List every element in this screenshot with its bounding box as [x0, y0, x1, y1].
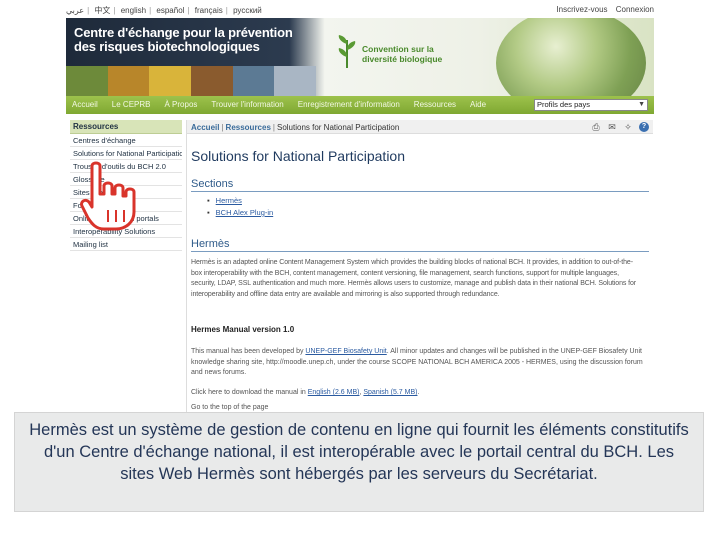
- cbd-logo-text[interactable]: Convention sur la diversité biologique: [362, 44, 442, 64]
- login-link[interactable]: Connexion: [616, 5, 654, 14]
- help-icon[interactable]: ?: [639, 122, 649, 132]
- main-content: Accueil | Ressources | Solutions for Nationa…: [186, 120, 653, 420]
- cbd-line-2: diversité biologique: [362, 54, 443, 64]
- auth-links: Inscrivez-vous Connexion: [550, 5, 654, 14]
- download-english-link[interactable]: English (2.6 MB): [308, 389, 360, 396]
- download-text-pre: Click here to download the manual in: [191, 389, 308, 396]
- hermes-description: Hermès is an adapted online Content Mana…: [191, 259, 636, 298]
- banner-title-line-1: Centre d'échange pour la prévention: [74, 25, 293, 40]
- chevron-down-icon: ▼: [638, 101, 645, 108]
- breadcrumb-separator: |: [272, 123, 275, 132]
- sidebar-item-clearing-houses[interactable]: Centres d'échange: [70, 134, 182, 147]
- banner-photo: [191, 66, 233, 96]
- manual-description: This manual has been developed by UNEP-G…: [191, 347, 643, 379]
- email-icon[interactable]: ✉: [607, 122, 617, 132]
- separator: |: [87, 6, 90, 15]
- banner-photo: [232, 66, 275, 96]
- breadcrumb-separator: |: [221, 123, 224, 132]
- language-list: عربي | 中文 | english | español | français | ру…: [66, 5, 265, 16]
- bookmark-icon[interactable]: ✧: [623, 122, 633, 132]
- banner-photo: [66, 66, 108, 96]
- separator: |: [187, 6, 190, 15]
- download-line: Click here to download the manual in Eng…: [191, 388, 643, 399]
- unep-gef-link[interactable]: UNEP-GEF Biosafety Unit: [305, 348, 386, 355]
- manual-text-pre: This manual has been developed by: [191, 348, 306, 355]
- page-title: Solutions for National Participation: [191, 148, 406, 164]
- caption-box: Hermès est un système de gestion de cont…: [14, 412, 704, 512]
- manual-heading: Hermes Manual version 1.0: [191, 325, 295, 334]
- register-link[interactable]: Inscrivez-vous: [556, 5, 607, 14]
- nav-item-ceprb[interactable]: Le CEPRB: [112, 100, 151, 109]
- banner-photo-strip: [66, 66, 317, 96]
- lang-arabic-link[interactable]: عربي: [66, 6, 84, 15]
- sections-heading: Sections: [191, 178, 649, 192]
- caption-text: Hermès est un système de gestion de cont…: [29, 421, 689, 483]
- breadcrumb-current: Solutions for National Participation: [276, 123, 400, 132]
- lang-spanish-link[interactable]: español: [156, 6, 184, 15]
- nav-item-find-information[interactable]: Trouver l'information: [211, 100, 283, 109]
- separator: |: [113, 6, 116, 15]
- print-icon[interactable]: ⎙: [591, 122, 601, 132]
- globe-image: [496, 18, 646, 96]
- lang-russian-link[interactable]: русский: [233, 6, 262, 15]
- sidebar-header[interactable]: Ressources: [70, 120, 182, 134]
- banner-title[interactable]: Centre d'échange pour la prévention des …: [74, 26, 324, 54]
- country-select-value: Profils des pays: [537, 100, 590, 109]
- nav-item-home[interactable]: Accueil: [72, 100, 98, 109]
- pointer-hand-cursor-icon: [80, 161, 136, 231]
- nav-items: Accueil Le CEPRB À Propos Trouver l'info…: [72, 100, 500, 109]
- banner-photo: [274, 66, 317, 96]
- banner-photo: [107, 66, 150, 96]
- download-text-post: .: [417, 389, 420, 396]
- lang-french-link[interactable]: français: [195, 6, 223, 15]
- breadcrumb: Accueil | Ressources | Solutions for Nationa…: [187, 120, 653, 134]
- nav-item-register-information[interactable]: Enregistrement d'information: [298, 100, 400, 109]
- lang-english-link[interactable]: english: [121, 6, 146, 15]
- lang-chinese-link[interactable]: 中文: [94, 6, 110, 15]
- cbd-leaf-logo-icon: [338, 35, 356, 68]
- breadcrumb-home[interactable]: Accueil: [191, 123, 219, 132]
- nav-item-help[interactable]: Aide: [470, 100, 486, 109]
- main-nav-bar: Accueil Le CEPRB À Propos Trouver l'info…: [66, 96, 654, 114]
- nav-item-resources[interactable]: Ressources: [414, 100, 456, 109]
- section-link-hermes[interactable]: Hermès: [207, 196, 273, 205]
- back-to-top-link[interactable]: Go to the top of the page: [191, 404, 643, 411]
- hermes-heading: Hermès: [191, 238, 649, 252]
- download-spanish-link[interactable]: Spanish (5.7 MB): [363, 389, 417, 396]
- site-banner: Centre d'échange pour la prévention des …: [66, 18, 654, 96]
- language-bar: عربي | 中文 | english | español | français | ру…: [66, 3, 660, 17]
- cbd-line-1: Convention sur la: [362, 44, 434, 54]
- sidebar-item-mailing-list[interactable]: Mailing list: [70, 238, 182, 251]
- breadcrumb-resources[interactable]: Ressources: [226, 123, 271, 132]
- banner-title-line-2: des risques biotechnologiques: [74, 39, 260, 54]
- separator: |: [149, 6, 152, 15]
- page-tools: ⎙ ✉ ✧ ?: [591, 122, 649, 132]
- banner-photo: [149, 66, 192, 96]
- country-profile-select[interactable]: Profils des pays ▼: [534, 99, 648, 111]
- sidebar-item-national-participation[interactable]: Solutions for National Participation: [70, 147, 182, 160]
- sections-list: Hermès BCH Alex Plug-in: [207, 196, 274, 220]
- section-link-bch-alex[interactable]: BCH Alex Plug-in: [207, 208, 274, 217]
- separator: |: [225, 6, 228, 15]
- screenshot-page: عربي | 中文 | english | español | français | ру…: [0, 0, 720, 540]
- nav-item-about[interactable]: À Propos: [164, 100, 197, 109]
